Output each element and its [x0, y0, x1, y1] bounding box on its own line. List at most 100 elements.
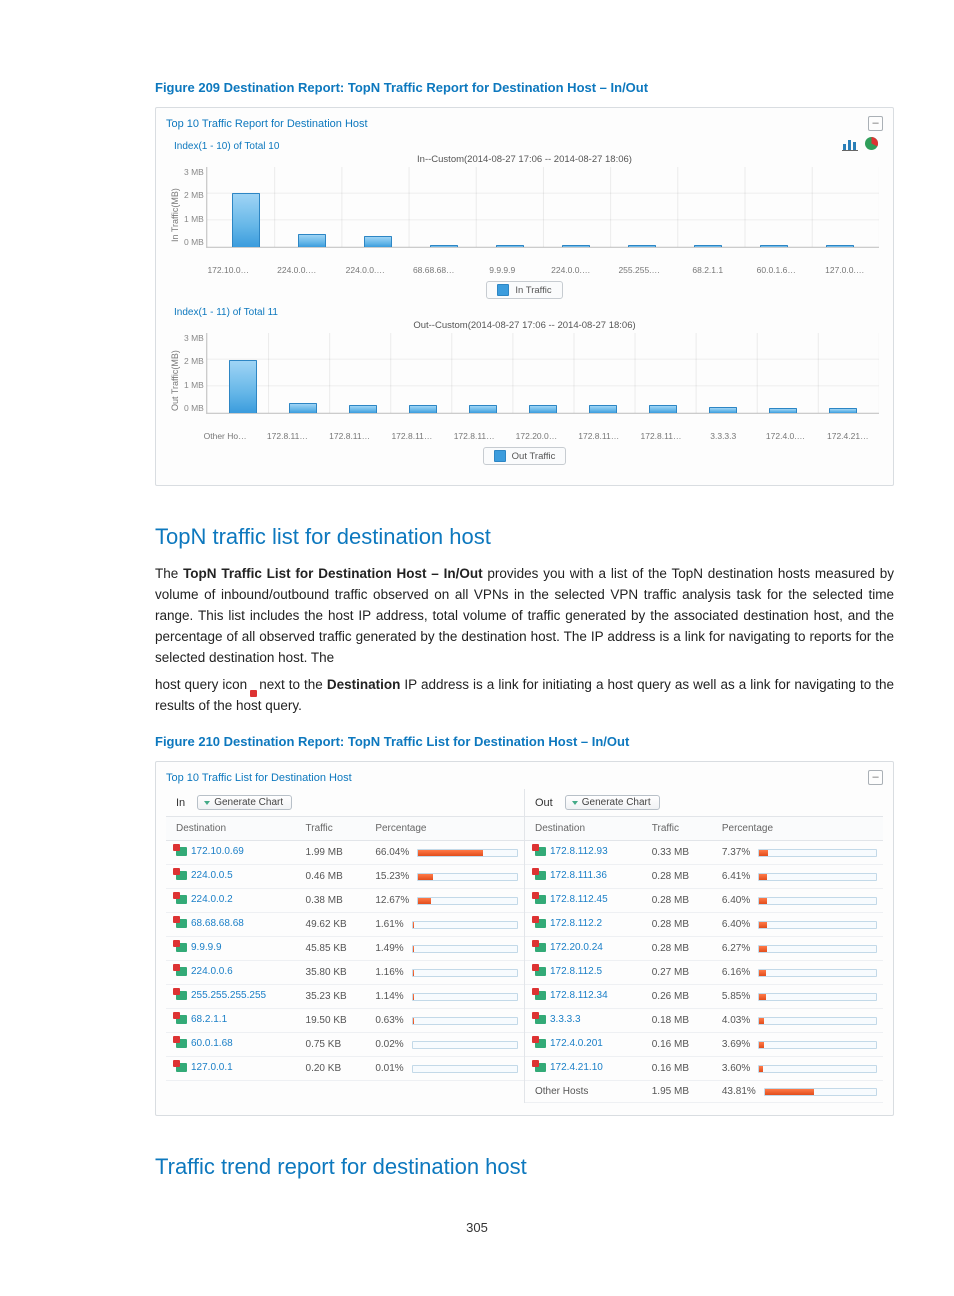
traffic-value: 35.23 KB — [296, 985, 366, 1009]
table-row: 172.8.112.93 0.33 MB 7.37% — [525, 841, 883, 865]
out-table: Destination Traffic Percentage 172.8.112… — [525, 817, 883, 1103]
destination-ip-link[interactable]: 172.20.0.24 — [550, 942, 603, 953]
table-row: 172.20.0.24 0.28 MB 6.27% — [525, 937, 883, 961]
traffic-value: 0.16 MB — [642, 1033, 712, 1057]
host-query-icon[interactable] — [176, 1039, 187, 1048]
destination-ip-link[interactable]: 68.2.1.1 — [191, 1014, 227, 1025]
destination-ip-link[interactable]: 172.4.0.201 — [550, 1038, 603, 1049]
percentage-bar — [758, 969, 877, 977]
generate-chart-label-out: Generate Chart — [582, 797, 651, 808]
table-row: 224.0.0.2 0.38 MB 12.67% — [166, 889, 524, 913]
para1-a: The — [155, 566, 183, 581]
host-query-icon[interactable] — [176, 1015, 187, 1024]
generate-chart-button-in[interactable]: Generate Chart — [197, 795, 292, 810]
chart-x-label: 172.20.0… — [505, 431, 567, 441]
collapse-icon[interactable]: – — [868, 116, 883, 131]
destination-ip-link[interactable]: 224.0.0.2 — [191, 894, 233, 905]
figure-209-caption: Figure 209 Destination Report: TopN Traf… — [155, 80, 894, 95]
percentage-value: 43.81% — [722, 1086, 756, 1097]
host-query-icon[interactable] — [176, 847, 187, 856]
percentage-bar — [412, 921, 518, 929]
destination-ip-link[interactable]: 172.8.112.34 — [550, 990, 608, 1001]
percentage-value: 3.60% — [722, 1063, 750, 1074]
percentage-bar — [412, 945, 518, 953]
section1-para1: The TopN Traffic List for Destination Ho… — [155, 564, 894, 669]
percentage-bar — [758, 849, 877, 857]
destination-ip-link[interactable]: 172.8.112.5 — [550, 966, 602, 977]
chart-in-index: Index(1 - 10) of Total 10 — [174, 141, 879, 152]
destination-ip-link[interactable]: 127.0.0.1 — [191, 1062, 233, 1073]
host-query-icon[interactable] — [535, 1039, 546, 1048]
chart-x-label: 68.2.1.1 — [674, 265, 743, 275]
table-row: 172.4.21.10 0.16 MB 3.60% — [525, 1057, 883, 1081]
percentage-bar — [417, 849, 518, 857]
host-query-icon[interactable] — [535, 847, 546, 856]
destination-ip-link[interactable]: 172.8.112.45 — [550, 894, 608, 905]
host-query-icon[interactable] — [535, 919, 546, 928]
percentage-bar — [417, 897, 518, 905]
chart-out-index: Index(1 - 11) of Total 11 — [174, 307, 879, 318]
destination-ip-link[interactable]: 255.255.255.255 — [191, 990, 266, 1001]
page-number: 305 — [0, 1220, 954, 1235]
para1-b-bold: TopN Traffic List for Destination Host –… — [183, 566, 483, 581]
chart-x-label: 172.8.11… — [381, 431, 443, 441]
table-row: 255.255.255.255 35.23 KB 1.14% — [166, 985, 524, 1009]
host-query-icon[interactable] — [176, 895, 187, 904]
section1-para2: host query icon next to the Destination … — [155, 675, 894, 717]
host-query-icon[interactable] — [535, 991, 546, 1000]
traffic-value: 0.20 KB — [296, 1057, 366, 1081]
percentage-value: 4.03% — [722, 1015, 750, 1026]
figure-210-caption: Figure 210 Destination Report: TopN Traf… — [155, 734, 894, 749]
traffic-value: 35.80 KB — [296, 961, 366, 985]
destination-ip-link[interactable]: 60.0.1.68 — [191, 1038, 233, 1049]
chart-x-label: 172.4.0.… — [754, 431, 816, 441]
destination-ip-link[interactable]: 172.8.111.36 — [550, 870, 607, 881]
percentage-bar — [758, 945, 877, 953]
percentage-value: 66.04% — [375, 847, 409, 858]
destination-ip-link[interactable]: 224.0.0.5 — [191, 870, 233, 881]
generate-chart-button-out[interactable]: Generate Chart — [565, 795, 660, 810]
destination-ip-link[interactable]: 224.0.0.6 — [191, 966, 233, 977]
chart-x-label: 224.0.0.… — [331, 265, 400, 275]
percentage-bar — [412, 1017, 518, 1025]
traffic-value: 19.50 KB — [296, 1009, 366, 1033]
traffic-value: 0.18 MB — [642, 1009, 712, 1033]
destination-ip-link[interactable]: 172.4.21.10 — [550, 1062, 603, 1073]
host-query-icon[interactable] — [176, 1063, 187, 1072]
host-query-icon[interactable] — [535, 895, 546, 904]
percentage-value: 12.67% — [375, 895, 409, 906]
percentage-value: 7.37% — [722, 847, 750, 858]
host-query-icon[interactable] — [176, 943, 187, 952]
destination-ip-link[interactable]: 3.3.3.3 — [550, 1014, 581, 1025]
host-query-icon[interactable] — [535, 943, 546, 952]
destination-ip-link[interactable]: 172.8.112.2 — [550, 918, 602, 929]
chart-x-label: 172.8.11… — [319, 431, 381, 441]
host-query-icon[interactable] — [535, 871, 546, 880]
percentage-value: 1.61% — [375, 919, 403, 930]
table-row: 224.0.0.6 35.80 KB 1.16% — [166, 961, 524, 985]
chart-out-yticks: 3 MB2 MB1 MB0 MB — [184, 333, 206, 413]
destination-ip-link[interactable]: 9.9.9.9 — [191, 942, 222, 953]
collapse-icon[interactable]: – — [868, 770, 883, 785]
chart-in-legend: In Traffic — [486, 281, 562, 299]
destination-ip-link[interactable]: 172.10.0.69 — [191, 846, 244, 857]
chart-bar — [232, 193, 260, 247]
percentage-value: 6.40% — [722, 895, 750, 906]
host-query-icon[interactable] — [176, 991, 187, 1000]
host-query-icon[interactable] — [535, 1063, 546, 1072]
chart-out-xlabels: Other Ho…172.8.11…172.8.11…172.8.11…172.… — [194, 431, 879, 441]
destination-ip-link[interactable]: 172.8.112.93 — [550, 846, 608, 857]
chart-bar — [229, 360, 257, 413]
chart-bar — [364, 236, 392, 247]
host-query-icon[interactable] — [176, 871, 187, 880]
chart-bar — [589, 405, 617, 413]
chart-bar — [469, 405, 497, 413]
host-query-icon[interactable] — [176, 919, 187, 928]
host-query-icon[interactable] — [535, 1015, 546, 1024]
percentage-bar — [412, 969, 518, 977]
table-row: 9.9.9.9 45.85 KB 1.49% — [166, 937, 524, 961]
host-query-icon[interactable] — [535, 967, 546, 976]
destination-ip-link[interactable]: 68.68.68.68 — [191, 918, 244, 929]
host-query-icon[interactable] — [176, 967, 187, 976]
chart-x-label: 172.4.21… — [817, 431, 879, 441]
